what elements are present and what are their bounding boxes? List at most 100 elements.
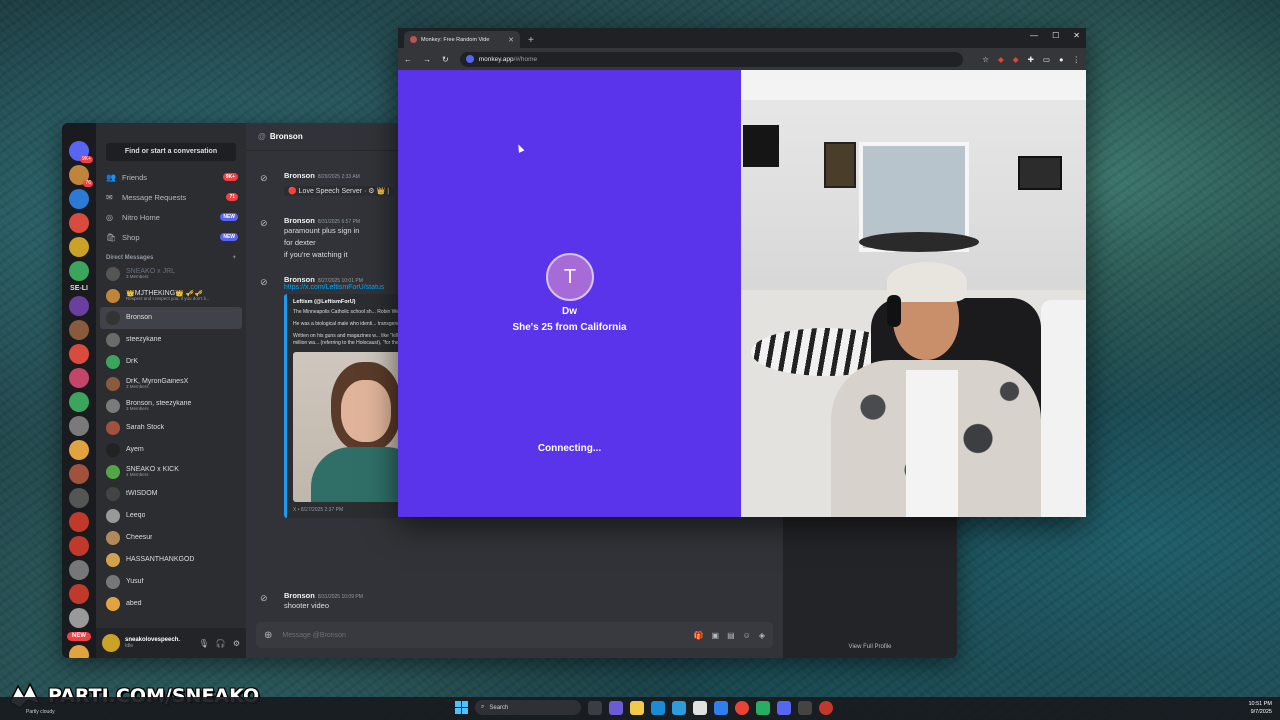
- user-avatar[interactable]: [102, 634, 120, 652]
- dm-item[interactable]: abed: [100, 593, 242, 615]
- bookmark-star-icon[interactable]: ☆: [982, 55, 989, 64]
- message-author[interactable]: Bronson 8/31/2025 10:09 PM: [284, 591, 363, 600]
- dm-item[interactable]: Sarah Stock: [100, 417, 242, 439]
- maximize-icon[interactable]: ☐: [1052, 31, 1059, 40]
- extension-icon[interactable]: ◆: [1013, 55, 1019, 64]
- sticker-icon[interactable]: ▤: [727, 631, 735, 640]
- file-explorer-icon[interactable]: [630, 700, 644, 715]
- gif-icon[interactable]: ▣: [712, 631, 720, 640]
- taskbar-search[interactable]: ⌕ Search: [475, 700, 581, 715]
- server-icon[interactable]: [69, 416, 89, 436]
- weather-widget[interactable]: Partly cloudy: [26, 709, 55, 715]
- browser-tab[interactable]: Monkey: Free Random Vide ✕: [404, 31, 520, 48]
- server-icon[interactable]: [69, 488, 89, 508]
- forward-icon[interactable]: →: [423, 55, 431, 64]
- nav-item-message-requests[interactable]: ✉ Message Requests 71: [96, 187, 246, 207]
- task-view-icon[interactable]: [588, 700, 602, 715]
- dm-item[interactable]: steezykane: [100, 329, 242, 351]
- server-icon[interactable]: [69, 392, 89, 412]
- close-tab-icon[interactable]: ✕: [508, 36, 514, 44]
- chat-channel-name: Bronson: [269, 132, 303, 141]
- profile-icon[interactable]: ●: [1059, 55, 1064, 64]
- windows-start-icon[interactable]: [455, 701, 468, 714]
- message-input[interactable]: Message @Bronson: [282, 632, 685, 639]
- dm-item[interactable]: 👑MJTHEKING👑 🎺🎺 Respect and I respect you,…: [100, 285, 242, 307]
- dm-item[interactable]: Leeqo: [100, 505, 242, 527]
- minimize-icon[interactable]: —: [1030, 31, 1038, 40]
- server-icon[interactable]: 76: [69, 165, 93, 187]
- discord-home-icon[interactable]: 9K+: [69, 141, 93, 163]
- find-conversation-button[interactable]: Find or start a conversation: [106, 143, 236, 161]
- headphones-icon[interactable]: 🎧: [216, 639, 226, 648]
- server-icon[interactable]: [69, 237, 89, 257]
- browser-window: Monkey: Free Random Vide ✕ + — ☐ ✕ ← → ↻…: [398, 28, 1086, 517]
- server-folder-label[interactable]: SE-LI: [62, 285, 96, 292]
- server-icon[interactable]: [69, 464, 89, 484]
- store-icon[interactable]: [672, 700, 686, 715]
- site-info-icon[interactable]: [465, 55, 474, 63]
- server-icon[interactable]: [69, 213, 89, 233]
- server-icon[interactable]: [69, 189, 89, 209]
- server-icon[interactable]: [69, 645, 89, 658]
- dm-item[interactable]: DrK: [100, 351, 242, 373]
- emoji-icon[interactable]: ☺: [743, 631, 751, 640]
- back-icon[interactable]: ←: [404, 55, 412, 64]
- microphone-icon[interactable]: 🎙: [199, 639, 209, 648]
- gear-icon[interactable]: ⚙: [233, 639, 240, 648]
- system-clock[interactable]: 10:51 PM 9/7/2025: [1248, 700, 1272, 716]
- server-icon[interactable]: [69, 608, 89, 628]
- server-icon[interactable]: [69, 512, 89, 532]
- nav-item-nitro-home[interactable]: ◎ Nitro Home NEW: [96, 207, 246, 227]
- nav-item-friends[interactable]: 👥 Friends 9K+: [96, 167, 246, 187]
- app-icon[interactable]: [798, 700, 812, 715]
- close-window-icon[interactable]: ✕: [1073, 31, 1080, 40]
- server-icon[interactable]: [69, 344, 89, 364]
- message-author[interactable]: Bronson 8/29/2025 2:33 AM: [284, 171, 393, 180]
- nav-item-shop[interactable]: 🛍 Shop NEW: [96, 227, 246, 247]
- menu-kebab-icon[interactable]: ⋮: [1073, 55, 1081, 64]
- dm-item[interactable]: tWISDOM: [100, 483, 242, 505]
- reload-icon[interactable]: ↻: [442, 55, 449, 64]
- server-invite[interactable]: 🔴 Love Speech Server · ⚙ 👑 |: [284, 186, 394, 196]
- new-tab-button[interactable]: +: [528, 35, 534, 46]
- add-attachment-icon[interactable]: ⊕: [264, 630, 272, 641]
- dm-item[interactable]: SNEAKO x JRL 3 Members: [100, 263, 242, 285]
- new-servers-pill[interactable]: NEW: [67, 632, 91, 641]
- obs-icon[interactable]: [819, 700, 833, 715]
- copilot-icon[interactable]: [609, 700, 623, 715]
- discord-icon[interactable]: [777, 700, 791, 715]
- dm-item[interactable]: Cheesur: [100, 527, 242, 549]
- sidebar-icon[interactable]: ▭: [1043, 55, 1050, 64]
- add-dm-button[interactable]: +: [232, 255, 236, 261]
- server-icon[interactable]: [69, 584, 89, 604]
- dm-item[interactable]: DrK, MyronGainesX 3 Members: [100, 373, 242, 395]
- view-full-profile-button[interactable]: View Full Profile: [783, 644, 957, 650]
- message-composer: ⊕ Message @Bronson 🎁 ▣ ▤ ☺ ◈: [256, 622, 773, 648]
- server-icon[interactable]: [69, 560, 89, 580]
- dm-item[interactable]: Bronson: [100, 307, 242, 329]
- dm-item[interactable]: Yusuf: [100, 571, 242, 593]
- dm-item[interactable]: Bronson, steezykane 3 Members: [100, 395, 242, 417]
- server-icon[interactable]: [69, 296, 89, 316]
- extension-icon[interactable]: ◆: [998, 55, 1004, 64]
- dm-item[interactable]: Ayem: [100, 439, 242, 461]
- dm-item[interactable]: SNEAKO x KICK 4 Members: [100, 461, 242, 483]
- message-author[interactable]: Bronson 8/31/2025 6:57 PM: [284, 216, 360, 225]
- edge-icon[interactable]: [651, 700, 665, 715]
- dm-item[interactable]: HASSANTHANKGOD: [100, 549, 242, 571]
- server-icon[interactable]: [69, 536, 89, 556]
- extensions-puzzle-icon[interactable]: ✚: [1028, 55, 1034, 64]
- xbox-icon[interactable]: [756, 700, 770, 715]
- calendar-icon[interactable]: [693, 700, 707, 715]
- server-icon[interactable]: [69, 440, 89, 460]
- server-icon[interactable]: [69, 261, 89, 281]
- gift-icon[interactable]: 🎁: [694, 631, 704, 640]
- user-name[interactable]: sneakolovespeech. Idle: [125, 637, 192, 649]
- apps-icon[interactable]: ◈: [759, 631, 765, 640]
- server-icon[interactable]: [69, 368, 89, 388]
- chrome-icon[interactable]: [735, 700, 749, 715]
- address-bar[interactable]: monkey.app/#/home: [459, 51, 964, 67]
- vscode-icon[interactable]: [714, 700, 728, 715]
- server-icon[interactable]: [69, 320, 89, 340]
- avatar: [106, 311, 120, 325]
